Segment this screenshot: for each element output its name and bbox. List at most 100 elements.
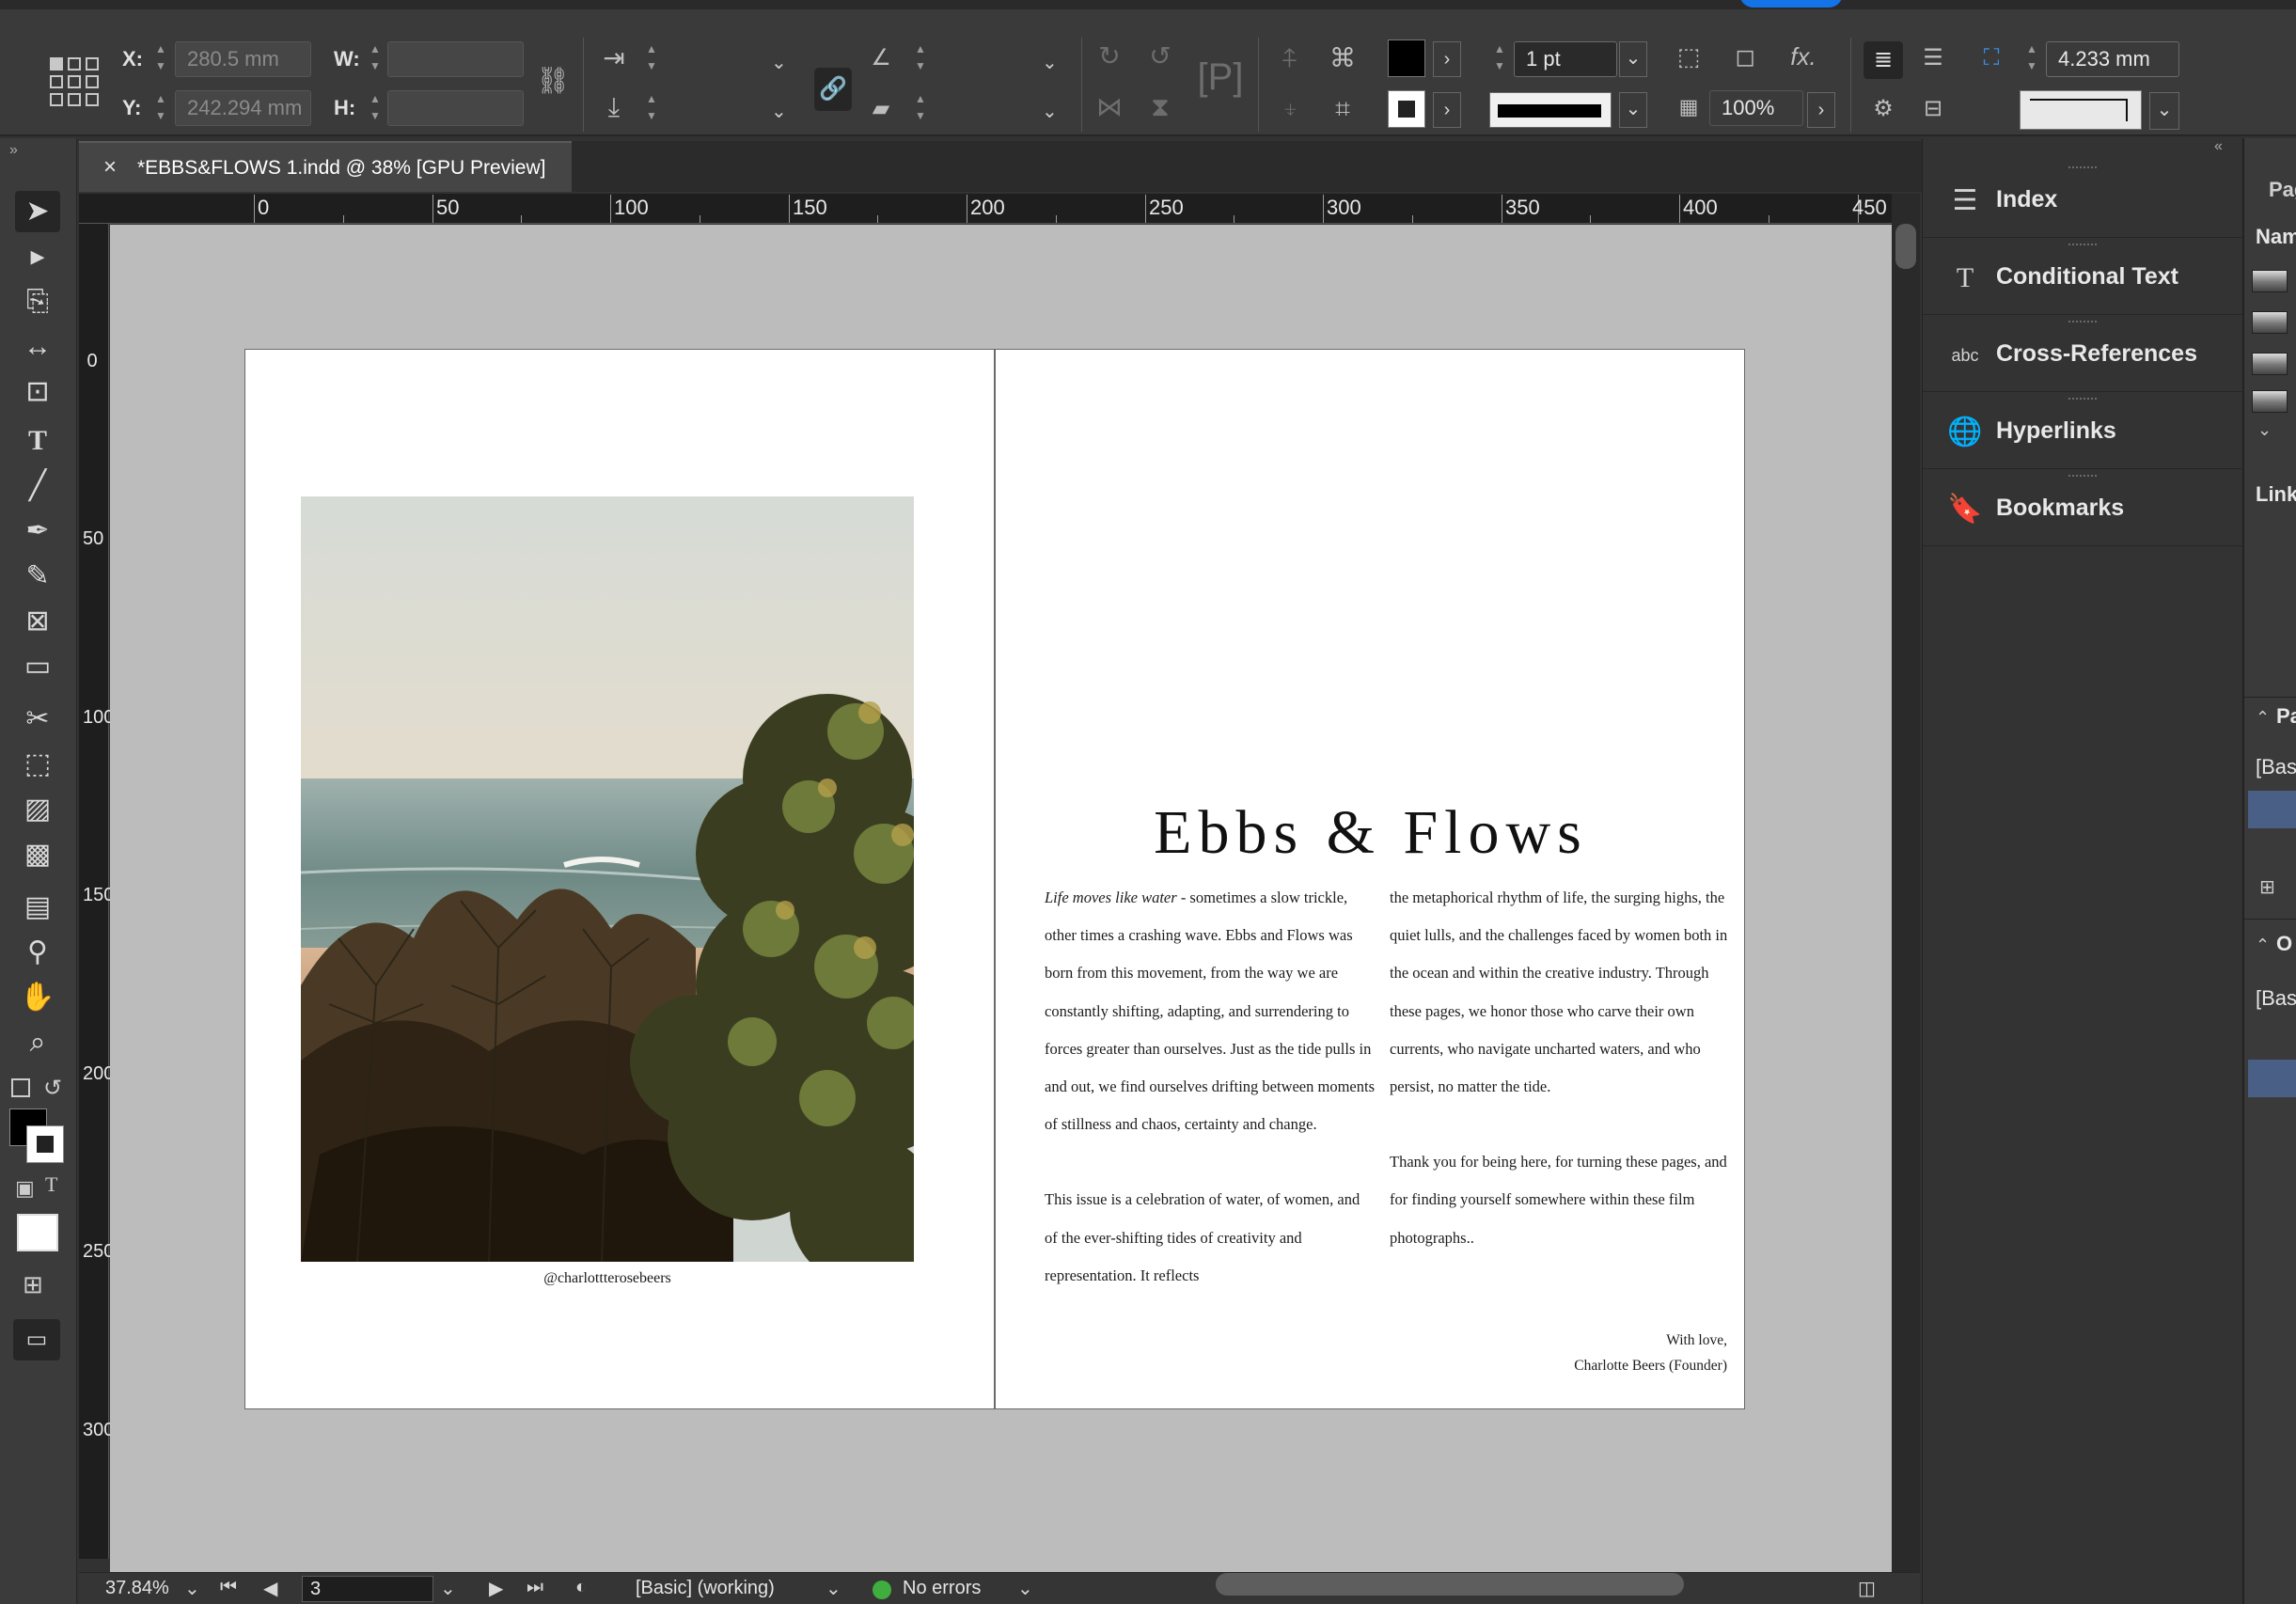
preflight-profile[interactable]: [Basic] (working) <box>636 1578 775 1599</box>
rotate-spinner[interactable]: ▲ ▼ <box>910 40 931 76</box>
basic-style[interactable]: [Basi <box>2256 755 2296 779</box>
panel-bookmarks[interactable]: 🔖 Bookmarks <box>1923 471 2242 546</box>
vertical-ruler[interactable]: 0 50 100 150 200 250 300 <box>79 224 114 1559</box>
collapse-panel-icon[interactable]: » <box>9 142 18 159</box>
preview-mode-icon[interactable]: ▭ <box>13 1319 60 1360</box>
new-style-icon[interactable]: ⊞ <box>2259 875 2275 899</box>
chevron-down-icon[interactable]: ⌄ <box>771 51 787 74</box>
corner-shape-select[interactable] <box>2020 90 2142 130</box>
scissors-tool-icon[interactable]: ✂ <box>15 699 60 740</box>
text-column-left[interactable]: Life moves like water - sometimes a slow… <box>1045 879 1376 1295</box>
text-wrap-bounding-icon[interactable]: ☰ <box>1914 39 1952 77</box>
basic-style[interactable]: [Basi <box>2256 986 2296 1011</box>
panel-hyperlinks[interactable]: 🌐 Hyperlinks <box>1923 394 2242 469</box>
collapse-icon[interactable]: ⌃ <box>2256 708 2270 728</box>
constrain-proportions-icon[interactable]: ⛓ <box>534 62 572 100</box>
next-page-icon[interactable]: ▶ <box>489 1577 503 1600</box>
horizontal-ruler[interactable]: 0 50 100 150 200 250 300 350 400 450 <box>79 194 1892 224</box>
shear-spinner[interactable]: ▲ ▼ <box>910 90 931 126</box>
h-field[interactable] <box>387 90 524 126</box>
frame-fitting-icon[interactable]: ⬚ <box>1670 38 1707 75</box>
stroke-type-dropdown-icon[interactable]: ⌄ <box>1619 92 1647 128</box>
stroke-type-select[interactable] <box>1489 92 1612 128</box>
swap-colors-icon[interactable]: ↺ <box>43 1075 62 1102</box>
preflight-errors[interactable]: No errors <box>903 1578 981 1599</box>
drop-shadow-icon[interactable]: ◻ <box>1726 38 1764 75</box>
chevron-down-icon[interactable]: ⌄ <box>826 1577 841 1600</box>
formatting-text-icon[interactable]: T <box>45 1172 57 1197</box>
h-spinner[interactable]: ▲ ▼ <box>365 90 385 126</box>
zoom-tool-icon[interactable]: ⌕ <box>15 1022 60 1063</box>
split-layout-icon[interactable]: ◫ <box>1858 1577 1876 1600</box>
flip-horizontal-icon[interactable]: ⋈ <box>1091 88 1128 126</box>
reference-point-icon[interactable] <box>49 56 100 107</box>
close-tab-icon[interactable]: × <box>103 154 117 181</box>
note-tool-icon[interactable]: ▤ <box>15 887 60 928</box>
x-spinner[interactable]: ▲ ▼ <box>150 40 171 76</box>
page-tool-icon[interactable]: ⎘ <box>15 281 60 322</box>
effects-fx-icon[interactable]: fx. <box>1783 38 1824 75</box>
corner-shape-dropdown-icon[interactable]: ⌄ <box>2149 92 2179 130</box>
opacity-field[interactable]: 100% <box>1709 90 1803 126</box>
auto-fit-icon[interactable]: ⚙ <box>1864 90 1903 128</box>
y-field[interactable]: 242.294 mm <box>175 90 311 126</box>
document-tab[interactable]: × *EBBS&FLOWS 1.indd @ 38% [GPU Preview] <box>79 141 572 192</box>
first-page-icon[interactable]: ⏮ <box>220 1577 237 1598</box>
free-transform-tool-icon[interactable]: ⬚ <box>15 744 60 785</box>
screen-mode-icon[interactable]: ⊞ <box>23 1270 43 1299</box>
w-spinner[interactable]: ▲ ▼ <box>365 40 385 76</box>
vertical-scroll-thumb[interactable] <box>1895 224 1916 269</box>
rectangle-tool-icon[interactable]: ▭ <box>15 646 60 687</box>
last-page-icon[interactable]: ⏭ <box>527 1577 543 1598</box>
stroke-weight-dropdown-icon[interactable]: ⌄ <box>1619 41 1647 77</box>
select-next-icon[interactable]: ⌗ <box>1322 90 1363 128</box>
chevron-down-icon[interactable]: ⌄ <box>1042 51 1058 74</box>
panel-index[interactable]: ☰ Index <box>1923 163 2242 238</box>
vertical-scrollbar[interactable] <box>1892 194 1920 1572</box>
page-thumbnail[interactable] <box>2252 390 2288 413</box>
hand-tool-icon[interactable]: ✋ <box>15 977 60 1018</box>
fill-chevron-icon[interactable]: › <box>1433 41 1461 77</box>
previous-page-icon[interactable]: ◀ <box>263 1577 277 1600</box>
opacity-chevron-icon[interactable]: › <box>1807 92 1835 128</box>
pages-tab[interactable]: Pag <box>2269 178 2296 202</box>
gradient-swatch-tool-icon[interactable]: ▨ <box>15 789 60 830</box>
align-icon[interactable]: ⊟ <box>1914 90 1952 128</box>
formatting-container-icon[interactable]: ▣ <box>15 1176 35 1201</box>
gap-tool-icon[interactable]: ↔ <box>15 326 60 368</box>
eyedropper-tool-icon[interactable]: ⚲ <box>15 932 60 973</box>
w-field[interactable] <box>387 41 524 77</box>
chevron-down-icon[interactable]: ⌄ <box>2257 420 2272 440</box>
chevron-down-icon[interactable]: ⌄ <box>1017 1577 1033 1600</box>
pencil-tool-icon[interactable]: ✎ <box>15 556 60 597</box>
pen-tool-icon[interactable]: ✒ <box>15 511 60 552</box>
stroke-weight-field[interactable]: 1 pt <box>1514 41 1617 77</box>
page-thumbnail[interactable] <box>2252 311 2288 334</box>
selection-tool-icon[interactable]: ➤ <box>15 191 60 232</box>
x-field[interactable]: 280.5 mm <box>175 41 311 77</box>
content-collector-icon[interactable]: ⊡ <box>15 371 60 413</box>
fill-swatch[interactable] <box>1388 39 1425 77</box>
right-page[interactable]: Ebbs & Flows Life moves like water - som… <box>995 349 1745 1409</box>
chevron-down-icon[interactable]: ⌄ <box>771 100 787 123</box>
page-thumbnail[interactable] <box>2252 270 2288 292</box>
selected-row[interactable] <box>2248 791 2296 828</box>
select-container-icon[interactable]: ⍏ <box>1271 39 1309 77</box>
rectangle-frame-tool-icon[interactable]: ⊠ <box>15 601 60 642</box>
chevron-down-icon[interactable]: ⌄ <box>1042 100 1058 123</box>
left-page[interactable]: @charlottterosebeers <box>244 349 995 1409</box>
scale-y-spinner[interactable]: ▲ ▼ <box>641 90 662 126</box>
type-tool-icon[interactable]: T <box>15 420 60 462</box>
page-thumbnail[interactable] <box>2252 353 2288 375</box>
collapse-icon[interactable]: ⌃ <box>2256 936 2270 955</box>
beach-photo[interactable] <box>301 496 914 1262</box>
default-colors-icon[interactable] <box>11 1078 30 1097</box>
rotate-clockwise-icon[interactable]: ↻ <box>1091 38 1128 75</box>
selected-row[interactable] <box>2248 1060 2296 1097</box>
spacing-field[interactable]: 4.233 mm <box>2046 41 2179 77</box>
panel-conditional-text[interactable]: T Conditional Text <box>1923 240 2242 315</box>
scale-x-spinner[interactable]: ▲ ▼ <box>641 40 662 76</box>
page-dropdown-icon[interactable]: ⌄ <box>440 1577 456 1600</box>
gradient-feather-tool-icon[interactable]: ▩ <box>15 834 60 875</box>
page-number-field[interactable]: 3 <box>302 1576 433 1602</box>
